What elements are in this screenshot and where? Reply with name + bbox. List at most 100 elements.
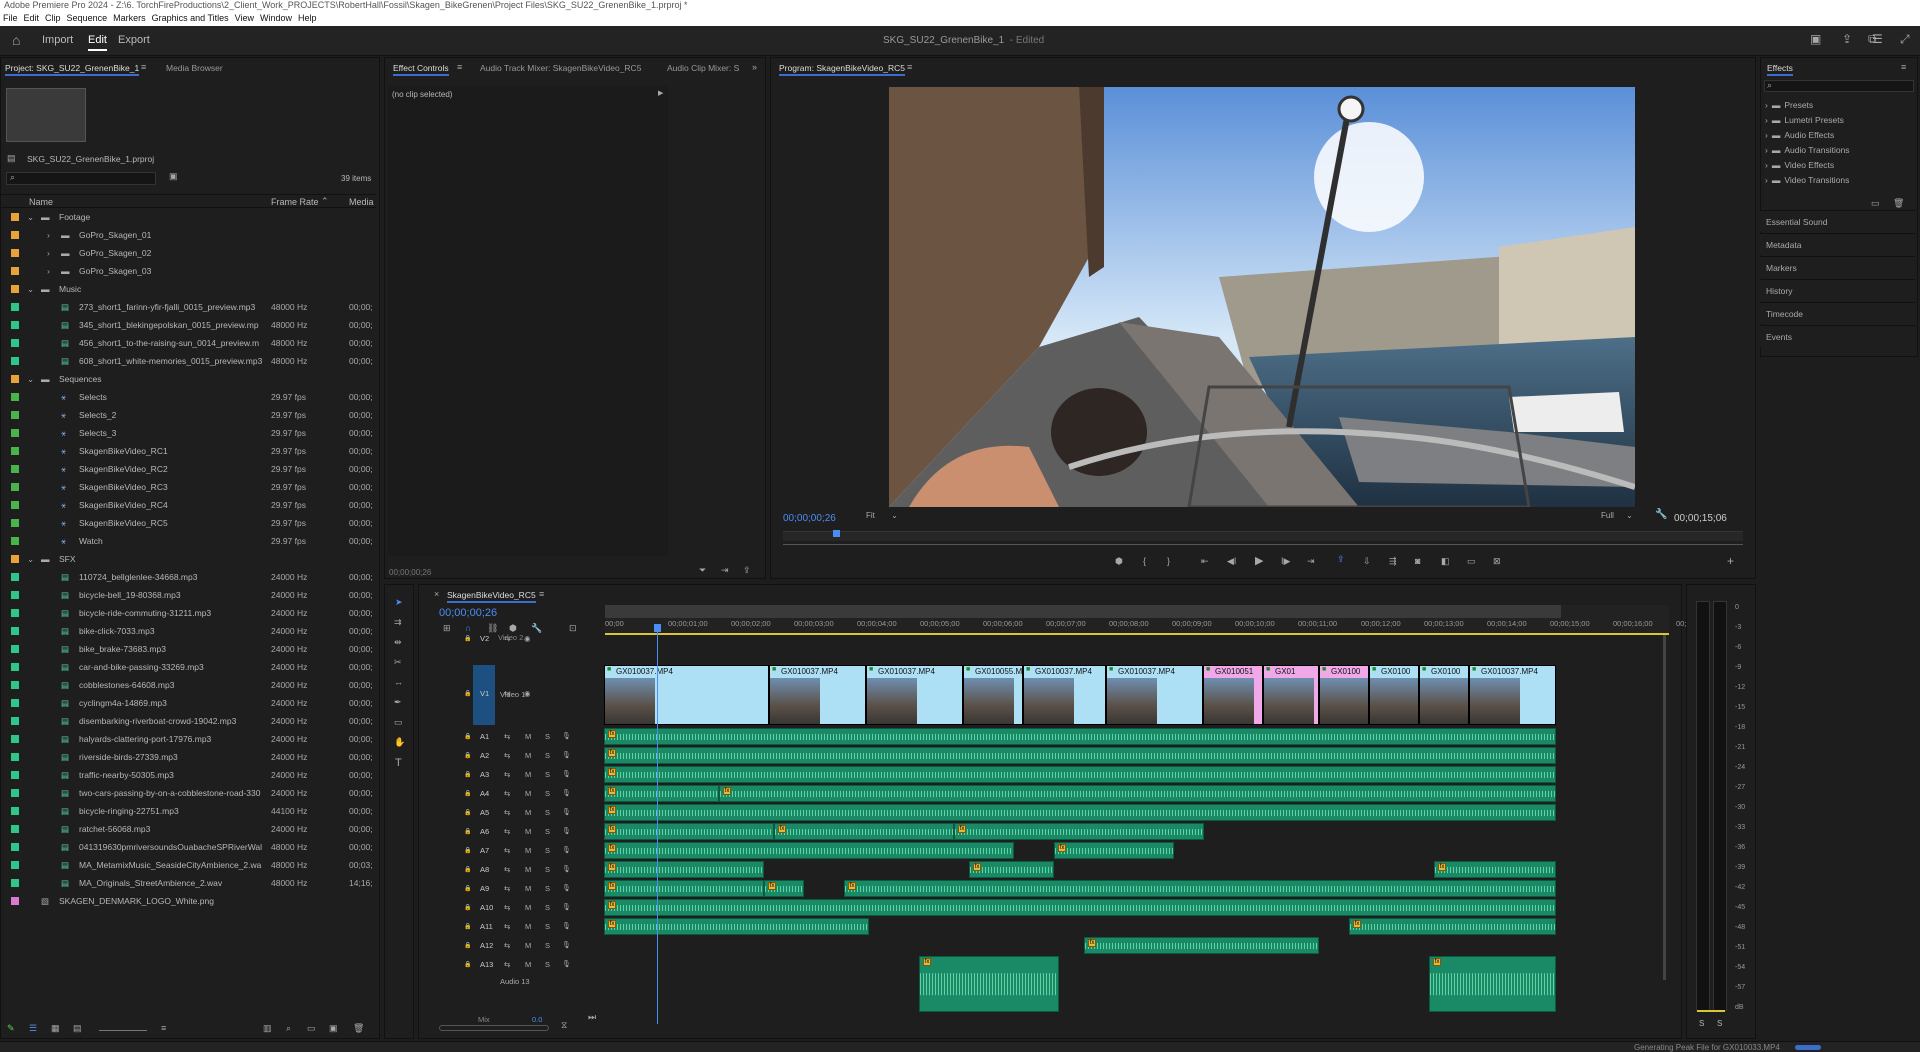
solo-button[interactable]: S xyxy=(545,747,550,765)
track-target-label[interactable]: A12 xyxy=(480,937,493,955)
label-color-swatch[interactable] xyxy=(11,753,19,761)
tab-edit[interactable]: Edit xyxy=(88,34,107,51)
comparison-view-icon[interactable]: ◧ xyxy=(1441,556,1450,567)
microphone-icon[interactable]: 🎙 xyxy=(562,880,571,898)
label-color-swatch[interactable] xyxy=(11,861,19,869)
audio-clip[interactable]: fx xyxy=(844,880,1556,897)
type-tool-icon[interactable]: T xyxy=(395,757,402,769)
panel-events[interactable]: Events xyxy=(1760,325,1915,347)
pencil-icon[interactable]: ✎ xyxy=(7,1023,15,1034)
fit-dropdown[interactable]: Fit ⌄ xyxy=(866,511,908,523)
project-item[interactable]: ▤ MA_Originals_StreetAmbience_2.wav 48000 … xyxy=(1,874,376,892)
disclosure-triangle-icon[interactable]: › xyxy=(1765,160,1768,170)
sync-lock-icon[interactable]: ⇆ xyxy=(504,842,510,860)
tab-project[interactable]: Project: SKG_SU22_GrenenBike_1 xyxy=(5,63,140,76)
label-color-swatch[interactable] xyxy=(11,213,19,221)
add-marker-icon[interactable]: ⬢ xyxy=(1115,556,1123,567)
lock-icon[interactable]: 🔒 xyxy=(464,842,471,860)
label-color-swatch[interactable] xyxy=(11,339,19,347)
rectangle-tool-icon[interactable]: ▭ xyxy=(394,717,403,728)
microphone-icon[interactable]: 🎙 xyxy=(562,728,571,746)
audio-clip[interactable]: fx xyxy=(604,804,1556,821)
solo-button[interactable]: S xyxy=(545,842,550,860)
sync-lock-icon[interactable]: ⇆ xyxy=(504,766,510,784)
label-color-swatch[interactable] xyxy=(11,465,19,473)
insert-icon[interactable]: ⇶ xyxy=(1389,556,1397,567)
label-color-swatch[interactable] xyxy=(11,249,19,257)
menu-lines-icon[interactable]: ☰ xyxy=(1872,32,1883,46)
overflow-icon[interactable]: » xyxy=(752,62,757,72)
sort-ascending-icon[interactable]: ⌃ xyxy=(321,196,329,207)
microphone-icon[interactable]: 🎙 xyxy=(562,956,571,974)
microphone-icon[interactable]: 🎙 xyxy=(562,861,571,879)
new-custom-bin-icon[interactable]: ▭ xyxy=(1871,198,1880,209)
menu-sequence[interactable]: Sequence xyxy=(67,13,108,23)
label-color-swatch[interactable] xyxy=(11,645,19,653)
video-clip[interactable]: ■ GX010051 xyxy=(1203,665,1263,725)
label-color-swatch[interactable] xyxy=(11,663,19,671)
tab-program[interactable]: Program: SkagenBikeVideo_RC5 xyxy=(779,63,905,76)
sync-lock-icon[interactable]: ⇆ xyxy=(504,747,510,765)
automate-icon[interactable]: ▥ xyxy=(263,1023,272,1034)
mute-button[interactable]: M xyxy=(525,861,531,879)
audio-clip[interactable]: fx xyxy=(604,842,1014,859)
microphone-icon[interactable]: 🎙 xyxy=(562,842,571,860)
project-item[interactable]: ▤ ratchet-56068.mp3 24000 Hz 00;00; xyxy=(1,820,376,838)
audio-clip[interactable]: fx xyxy=(764,880,804,897)
project-item[interactable]: ▤ 456_short1_to-the-raising-sun_0014_prev… xyxy=(1,334,376,352)
play-icon[interactable]: ▶ xyxy=(1255,554,1263,567)
label-color-swatch[interactable] xyxy=(11,591,19,599)
playhead-handle[interactable] xyxy=(654,624,661,632)
tab-import[interactable]: Import xyxy=(42,34,73,46)
eye-icon[interactable]: ◉ xyxy=(524,630,531,648)
sync-lock-icon[interactable]: ⇆ xyxy=(504,956,510,974)
mark-in-icon[interactable]: { xyxy=(1143,556,1146,566)
video-clip[interactable]: ■ GX0100 xyxy=(1319,665,1369,725)
zoom-bar[interactable] xyxy=(783,544,1743,545)
effects-search-input[interactable] xyxy=(1764,80,1914,92)
timeline-timecode[interactable]: 00;00;00;26 xyxy=(439,607,497,619)
button-editor-icon[interactable]: + xyxy=(1727,554,1734,568)
project-item[interactable]: › ▬ GoPro_Skagen_01 xyxy=(1,226,376,244)
menu-help[interactable]: Help xyxy=(298,13,317,23)
project-item[interactable]: ▤ traffic-nearby-50305.mp3 24000 Hz 00;00; xyxy=(1,766,376,784)
disclosure-triangle-icon[interactable]: ⌄ xyxy=(27,208,34,226)
effects-folder[interactable]: › ▬ Video Effects xyxy=(1765,160,1834,170)
video-clip[interactable]: ■ GX010037.MP4 xyxy=(604,665,769,725)
solo-button[interactable]: S xyxy=(545,918,550,936)
track-target-label[interactable]: A6 xyxy=(480,823,489,841)
solo-button[interactable]: S xyxy=(545,937,550,955)
track-target-label[interactable]: A5 xyxy=(480,804,489,822)
project-item[interactable]: ⚹ Watch 29.97 fps 00;00; xyxy=(1,532,376,550)
video-clip[interactable]: ■ GX010037.MP4 xyxy=(1023,665,1106,725)
label-color-swatch[interactable] xyxy=(11,735,19,743)
lock-icon[interactable]: 🔒 xyxy=(464,861,471,879)
timeline-playhead[interactable] xyxy=(657,626,658,1024)
icon-view-icon[interactable]: ▦ xyxy=(51,1023,60,1034)
track-target-label[interactable]: A8 xyxy=(480,861,489,879)
track-target-label[interactable]: A3 xyxy=(480,766,489,784)
lock-icon[interactable]: 🔒 xyxy=(464,630,471,648)
list-view-icon[interactable]: ☰ xyxy=(29,1023,37,1034)
tab-media-browser[interactable]: Media Browser xyxy=(166,63,223,73)
label-color-swatch[interactable] xyxy=(11,789,19,797)
solo-right-button[interactable]: S xyxy=(1717,1019,1722,1028)
disclosure-triangle-icon[interactable]: › xyxy=(47,226,50,244)
sync-lock-icon[interactable]: ⇆ xyxy=(504,899,510,917)
project-item[interactable]: ⚹ Selects 29.97 fps 00;00; xyxy=(1,388,376,406)
selection-tool-icon[interactable]: ➤ xyxy=(395,597,403,608)
mute-button[interactable]: M xyxy=(525,823,531,841)
extract-icon[interactable]: ⇩ xyxy=(1363,556,1371,567)
label-color-swatch[interactable] xyxy=(11,555,19,563)
lock-icon[interactable]: 🔒 xyxy=(464,728,471,746)
program-timecode[interactable]: 00;00;00;26 xyxy=(783,513,836,524)
project-item[interactable]: ▤ disembarking-riverboat-crowd-19042.mp3 2… xyxy=(1,712,376,730)
menu-clip[interactable]: Clip xyxy=(45,13,61,23)
audio-clip[interactable]: fx xyxy=(604,861,764,878)
project-item[interactable]: ▤ cobblestones-64608.mp3 24000 Hz 00;00; xyxy=(1,676,376,694)
audio-clip[interactable]: fx xyxy=(969,861,1054,878)
project-item[interactable]: › ▬ GoPro_Skagen_02 xyxy=(1,244,376,262)
solo-button[interactable]: S xyxy=(545,880,550,898)
audio-clip[interactable]: fx xyxy=(1349,918,1556,935)
label-color-swatch[interactable] xyxy=(11,411,19,419)
